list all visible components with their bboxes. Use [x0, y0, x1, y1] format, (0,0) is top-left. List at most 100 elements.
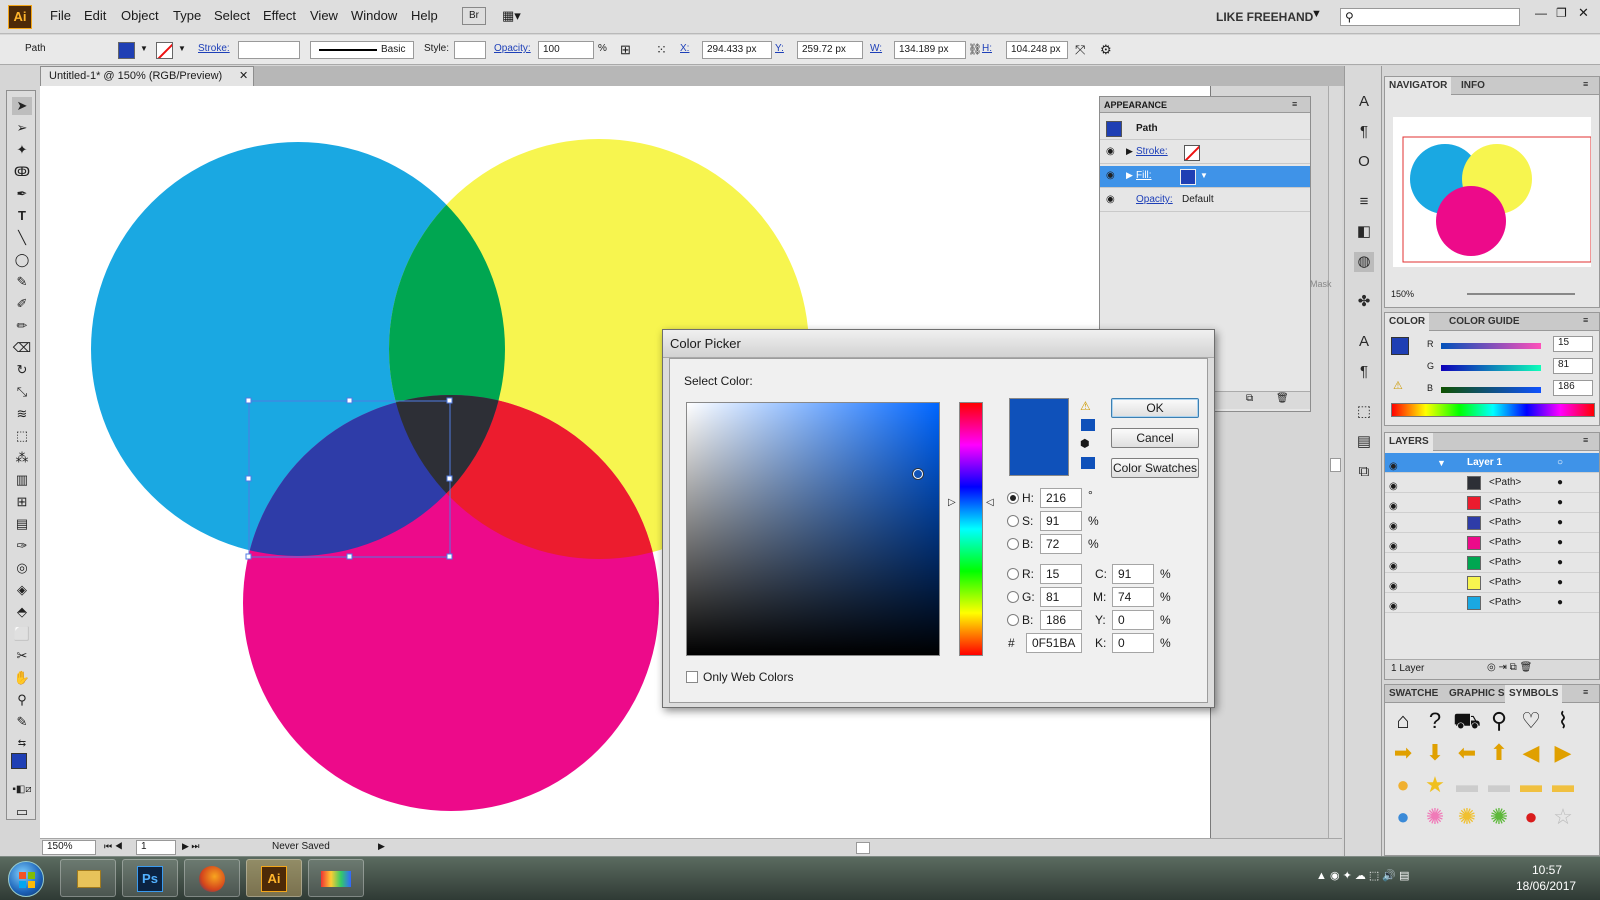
layer-row[interactable]: ◉ <Path> ●: [1385, 593, 1599, 613]
isolate-icon[interactable]: ⚙: [1100, 42, 1112, 58]
selection-tool-icon[interactable]: ➤: [12, 97, 32, 115]
grey-bar-symbol-icon[interactable]: ▬: [1485, 771, 1513, 799]
menu-select[interactable]: Select: [214, 8, 250, 23]
zoom-slider[interactable]: [1467, 293, 1575, 295]
only-web-colors-checkbox[interactable]: [686, 671, 698, 683]
tab-color-guide[interactable]: COLOR GUIDE: [1445, 313, 1524, 331]
panel-menu-icon[interactable]: ≡: [1292, 99, 1297, 109]
green-radio[interactable]: [1007, 591, 1019, 603]
magic-wand-icon[interactable]: ✦: [12, 141, 32, 159]
tab-swatches[interactable]: SWATCHE: [1385, 685, 1442, 703]
appearance-fill[interactable]: Fill:: [1136, 170, 1152, 181]
paragraph-icon[interactable]: ¶: [1354, 122, 1374, 142]
target-icon[interactable]: ●: [1557, 533, 1563, 553]
b-field[interactable]: 186: [1553, 380, 1593, 396]
reference-point-icon[interactable]: ⁙: [656, 42, 667, 58]
saturation-radio[interactable]: [1007, 515, 1019, 527]
layer-row[interactable]: ◉ <Path> ●: [1385, 533, 1599, 553]
brushes-icon[interactable]: ✤: [1354, 292, 1374, 312]
brightness-field[interactable]: 72: [1040, 534, 1082, 554]
target-icon[interactable]: ○: [1557, 453, 1563, 473]
tab-symbols[interactable]: SYMBOLS: [1505, 685, 1563, 703]
color-swatches-button[interactable]: Color Swatches: [1111, 458, 1199, 478]
expand-triangle-icon[interactable]: ▶: [1126, 170, 1133, 181]
layer-actions-icon[interactable]: ◎ ⇥ ⧉ 🗑: [1487, 662, 1532, 673]
gradient-panel-icon[interactable]: ◧: [1354, 222, 1374, 242]
paintbrush-icon[interactable]: ✎: [12, 273, 32, 291]
saturation-brightness-field[interactable]: [686, 402, 940, 656]
path-name[interactable]: <Path>: [1489, 573, 1521, 593]
path-name[interactable]: <Path>: [1489, 533, 1521, 553]
tab-color[interactable]: COLOR: [1385, 313, 1430, 331]
screen-mode-icon[interactable]: ▭: [12, 803, 32, 821]
target-icon[interactable]: ●: [1557, 573, 1563, 593]
close-icon[interactable]: ✕: [1578, 5, 1589, 21]
layer-row[interactable]: ◉ <Path> ●: [1385, 573, 1599, 593]
globe-symbol-icon[interactable]: ●: [1389, 803, 1417, 831]
opacity-label[interactable]: Opacity:: [494, 43, 531, 54]
menu-edit[interactable]: Edit: [84, 8, 106, 23]
web-safe-swatch[interactable]: [1081, 457, 1095, 469]
workspace-switcher[interactable]: LIKE FREEHAND: [1216, 10, 1313, 24]
target-icon[interactable]: ●: [1557, 473, 1563, 493]
appearance-opacity[interactable]: Opacity:: [1136, 194, 1173, 205]
target-icon[interactable]: ●: [1557, 593, 1563, 613]
y-field[interactable]: 0: [1112, 610, 1154, 630]
height-field[interactable]: 104.248 px: [1006, 41, 1068, 59]
green-burst-symbol-icon[interactable]: ✺: [1485, 803, 1513, 831]
graph-icon[interactable]: ▥: [12, 471, 32, 489]
star-symbol-icon[interactable]: ★: [1421, 771, 1449, 799]
menu-window[interactable]: Window: [351, 8, 397, 23]
artboard-number-field[interactable]: 1: [136, 840, 176, 855]
color-mode-icon[interactable]: ▪◧⧄: [12, 781, 32, 799]
live-paint-icon[interactable]: ◈: [12, 581, 32, 599]
rss-symbol-icon[interactable]: ⌇: [1549, 707, 1577, 735]
first-artboard-icon[interactable]: ⏮ ◀: [104, 841, 123, 852]
free-transform-icon[interactable]: ⬚: [12, 427, 32, 445]
lasso-icon[interactable]: ↂ: [12, 163, 32, 181]
path-name[interactable]: <Path>: [1489, 593, 1521, 613]
menu-type[interactable]: Type: [173, 8, 201, 23]
transparency-icon[interactable]: ◍: [1354, 252, 1374, 272]
g-field[interactable]: 81: [1553, 358, 1593, 374]
visibility-eye-icon[interactable]: ◉: [1106, 146, 1115, 157]
arrow-right-symbol-icon[interactable]: ➡: [1389, 739, 1417, 767]
slice-icon[interactable]: ✂: [12, 647, 32, 665]
horizontal-scroll-thumb[interactable]: [856, 842, 870, 854]
taskbar-media[interactable]: [308, 859, 364, 897]
yellow-bar-symbol-icon[interactable]: ▬: [1517, 771, 1545, 799]
ok-button[interactable]: OK: [1111, 398, 1199, 418]
transform-icon[interactable]: ⤧: [1075, 42, 1085, 58]
g-field[interactable]: 81: [1040, 587, 1082, 607]
panel-menu-icon[interactable]: ≡: [1583, 687, 1588, 697]
line-tool-icon[interactable]: ╲: [12, 229, 32, 247]
tab-info[interactable]: INFO: [1457, 77, 1489, 95]
live-paint-selection-icon[interactable]: ⬘: [12, 603, 32, 621]
path-name[interactable]: <Path>: [1489, 493, 1521, 513]
path-name[interactable]: <Path>: [1489, 473, 1521, 493]
color-spectrum-bar[interactable]: [1391, 403, 1595, 417]
restore-icon[interactable]: ❐: [1556, 6, 1567, 20]
cart-symbol-icon[interactable]: ⛟: [1453, 707, 1481, 735]
menu-effect[interactable]: Effect: [263, 8, 296, 23]
menu-file[interactable]: File: [50, 8, 71, 23]
red-radio[interactable]: [1007, 568, 1019, 580]
type-tool-icon[interactable]: T: [12, 207, 32, 225]
appearance-fill-swatch[interactable]: [1180, 169, 1196, 185]
direct-selection-tool-icon[interactable]: ➢: [12, 119, 32, 137]
width-field[interactable]: 134.189 px: [894, 41, 966, 59]
align-icon[interactable]: ▤: [1354, 432, 1374, 452]
triangle-left-symbol-icon[interactable]: ◀: [1517, 739, 1545, 767]
orange-circle-symbol-icon[interactable]: ●: [1389, 771, 1417, 799]
stroke-none-swatch[interactable]: [1184, 145, 1200, 161]
graphic-style-picker[interactable]: [454, 41, 486, 59]
appearance-stroke[interactable]: Stroke:: [1136, 146, 1168, 157]
stroke-swatch[interactable]: [156, 42, 173, 59]
visibility-eye-icon[interactable]: ◉: [1106, 170, 1115, 181]
search-input[interactable]: ⚲: [1340, 8, 1520, 26]
heart-symbol-icon[interactable]: ♡: [1517, 707, 1545, 735]
target-icon[interactable]: ●: [1557, 493, 1563, 513]
symbol-sprayer-icon[interactable]: ⁂: [12, 449, 32, 467]
menu-help[interactable]: Help: [411, 8, 438, 23]
opacity-field[interactable]: 100: [538, 41, 594, 59]
